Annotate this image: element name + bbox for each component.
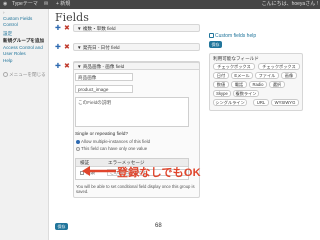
field-slug-input[interactable]: product_image	[75, 85, 133, 93]
field-type-button[interactable]: Radio	[249, 81, 267, 88]
field-type-button[interactable]: 選択	[269, 81, 285, 88]
field-type-button[interactable]: 画像	[281, 72, 297, 79]
site-name-link[interactable]: Typeテーマ	[12, 0, 38, 9]
radio-selected-icon[interactable]	[76, 139, 80, 144]
save-button[interactable]: 保存	[55, 223, 68, 230]
admin-sidebar: › Custom Fields Control 設定 新規グループを追加 Acc…	[0, 9, 49, 240]
delete-field-icon[interactable]: ✖	[64, 25, 70, 32]
add-field-icon[interactable]: ✚	[55, 25, 61, 32]
field-type-button[interactable]: ファイル	[255, 72, 279, 79]
collapse-icon	[3, 72, 8, 78]
field-header-multiple[interactable]: ▼ 複数・単数 field	[73, 24, 200, 32]
page-title: Fields	[55, 11, 89, 24]
field-type-button[interactable]: 数値	[213, 81, 229, 88]
help-save-button[interactable]: 保存	[209, 41, 222, 48]
sidebar-item-add-group[interactable]: 新規グループを追加	[3, 38, 44, 44]
page-number: 68	[155, 223, 162, 229]
comments-icon[interactable]: ✉	[44, 0, 48, 9]
field-types-panel: 利用可能なフィールド チェックボックス チェックボックス 日付 Eメール ファイ…	[209, 53, 303, 111]
wordpress-logo-icon[interactable]: ◉	[3, 0, 7, 9]
field-types-title: 利用可能なフィールド	[213, 56, 259, 61]
add-field-icon[interactable]: ✚	[55, 44, 61, 51]
delete-field-icon[interactable]: ✖	[64, 44, 70, 51]
help-link-label: Custom fields help	[215, 33, 257, 39]
help-icon	[209, 33, 214, 39]
admin-bar: ◉ Typeテーマ ✉ + 新規 こんにちは、hoeyaさん !	[0, 0, 320, 9]
sidebar-item-settings[interactable]: 設定	[3, 31, 12, 37]
add-field-icon[interactable]: ✚	[55, 63, 61, 70]
sidebar-item-user-roles[interactable]: User Roles	[3, 51, 26, 56]
field-type-button[interactable]: 複数ライン	[233, 90, 259, 97]
sidebar-item-access-control[interactable]: Access Control and	[3, 45, 43, 50]
delete-field-icon[interactable]: ✖	[64, 63, 70, 70]
field-type-button[interactable]: シングルライン	[213, 99, 247, 106]
sidebar-item-control[interactable]: Control	[3, 22, 18, 27]
field-header-product-image[interactable]: ▼ 商品画像 - 画像 field	[73, 62, 200, 70]
annotation-text: 登録なしでもOK	[117, 167, 201, 179]
sidebar-item-custom-fields[interactable]: Custom Fields	[3, 16, 32, 21]
field-type-button[interactable]: Skype	[213, 90, 231, 97]
radio-allow-multiple-label: Allow multiple-instances of this field	[81, 139, 151, 144]
field-type-button[interactable]: チェックボックス	[258, 63, 300, 70]
field-type-button[interactable]: URL	[253, 99, 269, 106]
field-type-button[interactable]: WYSIWYG	[271, 99, 299, 106]
collapse-label: メニューを閉じる	[9, 72, 46, 77]
field-description-textarea[interactable]: このFieldの説明	[75, 97, 189, 127]
chevron-icon: ›	[3, 10, 5, 15]
user-greeting[interactable]: こんにちは、hoeyaさん !	[262, 0, 318, 9]
field-type-button[interactable]: 電話	[231, 81, 247, 88]
field-type-button[interactable]: 日付	[213, 72, 229, 79]
collapse-menu-button[interactable]: メニューを閉じる	[3, 72, 46, 78]
field-type-button[interactable]: Eメール	[231, 72, 253, 79]
field-type-button[interactable]: チェックボックス	[213, 63, 255, 70]
field-name-input[interactable]: 商品画像	[75, 73, 133, 81]
annotation-arrow-icon	[82, 166, 116, 176]
radio-allow-multiple[interactable]: Allow multiple-instances of this field	[76, 139, 150, 144]
radio-single-value[interactable]: This field can have only one value	[76, 146, 147, 151]
sidebar-item-help[interactable]: Help	[3, 58, 12, 63]
radio-unselected-icon[interactable]	[76, 146, 80, 151]
custom-fields-help-link[interactable]: Custom fields help	[209, 33, 256, 39]
radio-single-value-label: This field can have only one value	[81, 146, 148, 151]
repeat-section-title: Single or repeating field?	[75, 132, 129, 137]
new-content-link[interactable]: + 新規	[56, 0, 70, 9]
field-header-release-date[interactable]: ▼ 発売日 - 日付 field	[73, 43, 200, 51]
conditional-note: You will be able to set conditional fiel…	[76, 184, 195, 195]
